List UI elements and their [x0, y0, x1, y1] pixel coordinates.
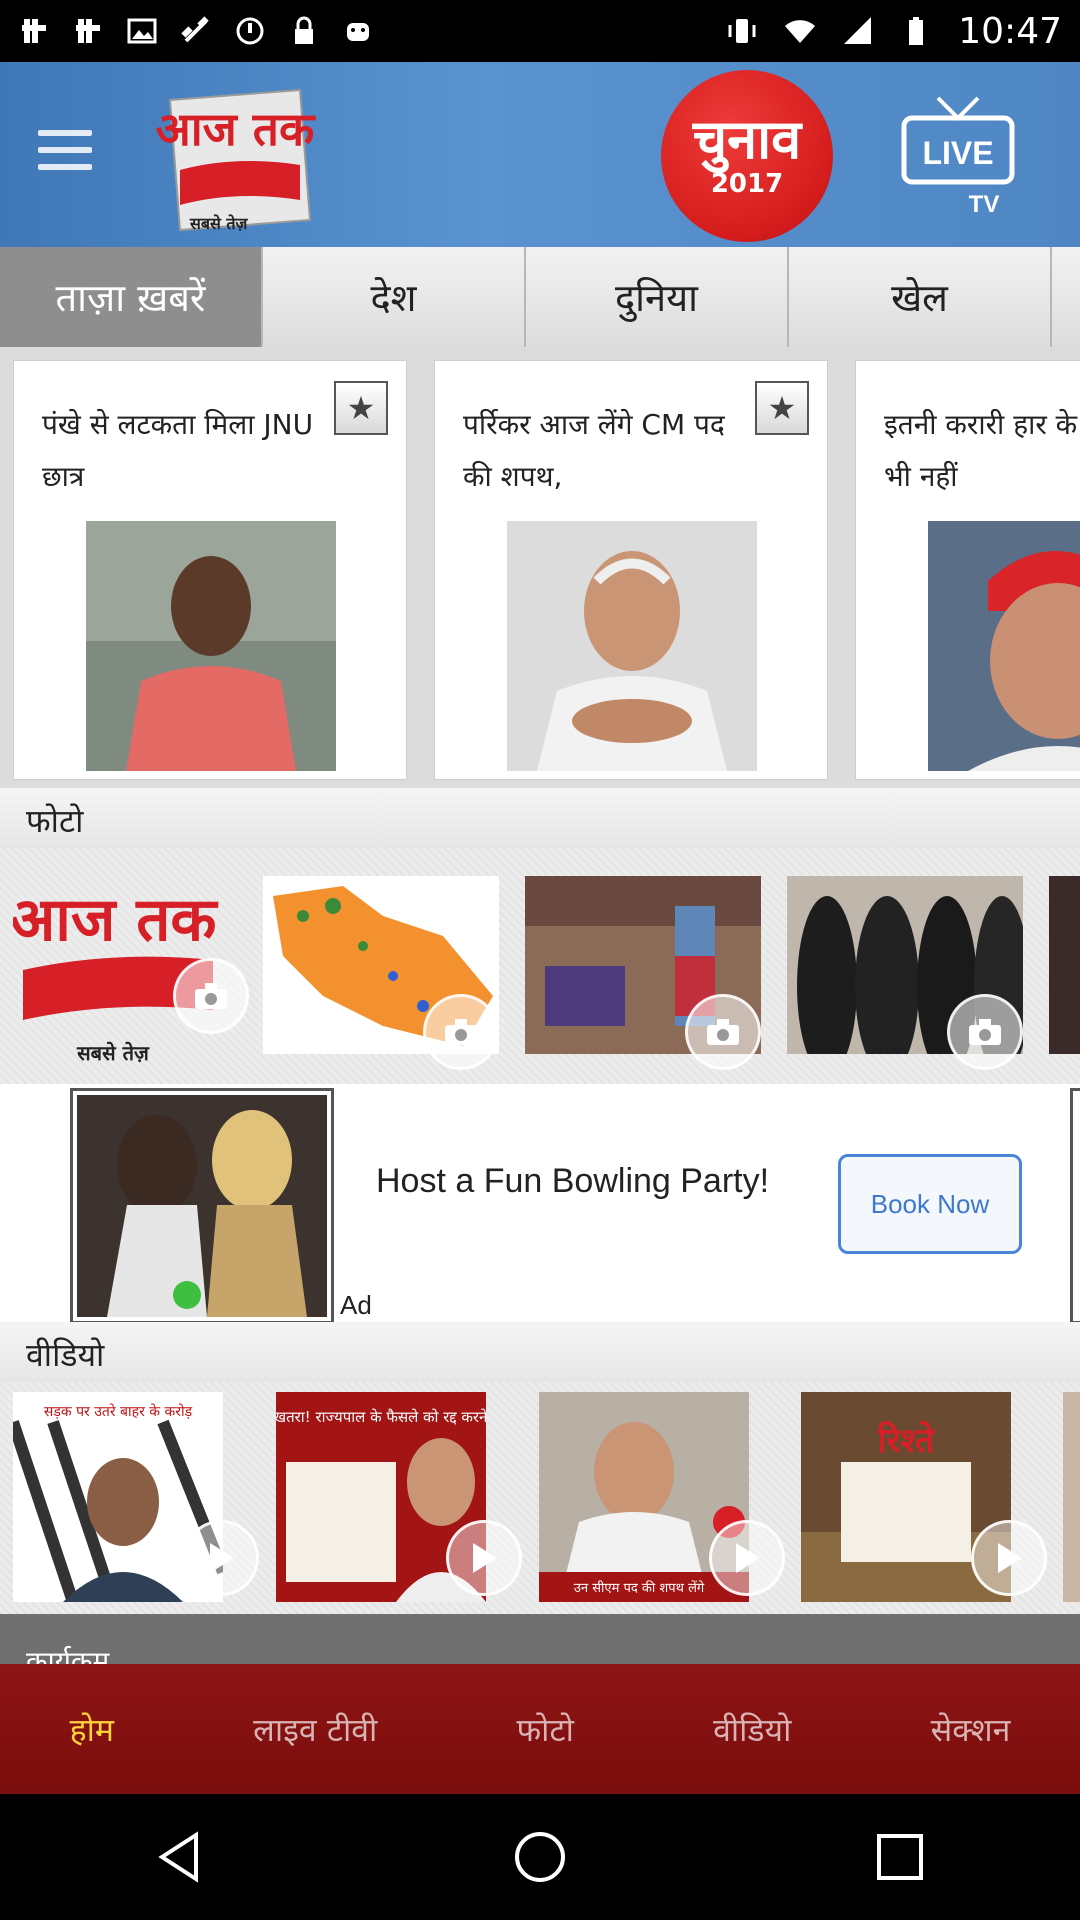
- news-card[interactable]: इतनी करारी हार के बावजूद भी नहीं: [855, 360, 1080, 780]
- news-image: [928, 521, 1080, 771]
- menu-icon-bar: [38, 130, 92, 136]
- play-icon: [709, 1520, 785, 1596]
- vibrate-icon: [728, 19, 756, 43]
- video-thumb[interactable]: रिश्ते: [801, 1392, 1047, 1602]
- notification-icon: [22, 19, 46, 43]
- tab-duniya[interactable]: दुनिया: [526, 247, 789, 347]
- status-left-icons: [18, 15, 374, 47]
- live-label: LIVE: [922, 135, 993, 171]
- logo-tagline: सबसे तेज़: [190, 214, 248, 233]
- video-thumb[interactable]: [1063, 1392, 1080, 1602]
- battery-icon: [909, 17, 924, 45]
- menu-button[interactable]: [38, 130, 92, 174]
- svg-text:सबसे तेज़: सबसे तेज़: [76, 1041, 150, 1065]
- tv-label: TV: [969, 191, 1000, 218]
- ad-label: Ad: [340, 1290, 372, 1320]
- wifi-icon: [785, 20, 816, 43]
- play-icon: [183, 1520, 259, 1596]
- photo-thumb[interactable]: आज तक सबसे तेज़: [9, 860, 249, 1070]
- news-image: [86, 521, 336, 771]
- satellite-icon: [181, 16, 209, 43]
- nav-video[interactable]: वीडियो: [713, 1708, 791, 1751]
- news-title: इतनी करारी हार के बावजूद भी नहीं: [884, 408, 1080, 493]
- video-gallery-strip: सड़क पर उतरे बाहर के करोड़ पर्रिकर की ता…: [0, 1382, 1080, 1614]
- programs-section-header: कार्यक्रम: [0, 1614, 1080, 1678]
- system-nav-bar: [0, 1794, 1080, 1920]
- news-cards-carousel: पंखे से लटकता मिला JNU छात्र ★ पर्रिकर आ…: [0, 347, 1080, 795]
- svg-text:आज तक: आज तक: [13, 885, 218, 955]
- play-icon: [971, 1520, 1047, 1596]
- news-image: [507, 521, 757, 771]
- bookmark-star-icon[interactable]: ★: [334, 381, 388, 435]
- lock-icon: [295, 16, 313, 44]
- news-card[interactable]: पर्रिकर आज लेंगे CM पद की शपथ, ★: [434, 360, 828, 780]
- svg-text:उन सीएम पद की शपथ लेंगे: उन सीएम पद की शपथ लेंगे: [574, 1580, 705, 1596]
- play-icon: [446, 1520, 522, 1596]
- ad-title: Host a Fun Bowling Party!: [376, 1162, 770, 1200]
- category-tabs: ताज़ा ख़बरें देश दुनिया खेल: [0, 247, 1080, 347]
- nav-home[interactable]: होम: [70, 1708, 114, 1751]
- bookmark-star-icon[interactable]: ★: [755, 381, 809, 435]
- tab-desh[interactable]: देश: [263, 247, 526, 347]
- signal-icon: [844, 17, 872, 44]
- back-button[interactable]: [150, 1827, 210, 1887]
- camera-icon: [685, 994, 761, 1070]
- status-bar: 10:47: [0, 0, 1080, 62]
- news-title: पंखे से लटकता मिला JNU छात्र: [42, 408, 314, 493]
- nav-photo[interactable]: फोटो: [517, 1708, 574, 1751]
- svg-text:सड़क पर उतरे बाहर के करोड़: सड़क पर उतरे बाहर के करोड़: [44, 1403, 193, 1420]
- home-button[interactable]: [510, 1827, 570, 1887]
- home-circle-icon: [515, 1832, 565, 1882]
- photo-section-header: फोटो: [0, 788, 1080, 848]
- chunav-2017-badge[interactable]: चुनाव 2017: [661, 70, 833, 242]
- svg-text:रिश्ते: रिश्ते: [877, 1420, 936, 1461]
- app-header: आज तक सबसे तेज़ चुनाव 2017 LIVE TV: [0, 62, 1080, 247]
- video-thumb[interactable]: पर्रिकर की ताजपोशी पर खतरा! राज्यपाल के …: [138, 1392, 534, 1602]
- nav-live-tv[interactable]: लाइव टीवी: [253, 1708, 377, 1751]
- camera-icon: [173, 958, 249, 1034]
- chunav-title: चुनाव: [692, 108, 802, 171]
- bottom-nav: होम लाइव टीवी फोटो वीडियो सेक्शन: [0, 1664, 1080, 1794]
- news-card[interactable]: पंखे से लटकता मिला JNU छात्र ★: [13, 360, 407, 780]
- photo-thumb[interactable]: [787, 876, 1030, 1076]
- recents-square-icon: [877, 1834, 923, 1880]
- camera-icon: [423, 994, 499, 1070]
- news-title: पर्रिकर आज लेंगे CM पद की शपथ,: [463, 408, 725, 493]
- book-now-button[interactable]: Book Now: [838, 1154, 1022, 1254]
- photo-thumb[interactable]: [525, 876, 761, 1070]
- tab-taza-khabrein[interactable]: ताज़ा ख़बरें: [0, 247, 263, 347]
- nav-section[interactable]: सेक्शन: [931, 1708, 1011, 1751]
- chunav-year: 2017: [710, 169, 784, 199]
- notification-icon: [76, 19, 100, 43]
- photo-thumb[interactable]: [263, 876, 499, 1070]
- android-icon: [347, 23, 369, 41]
- ad-next-edge: [1070, 1088, 1080, 1324]
- tab-next[interactable]: [1052, 247, 1080, 347]
- sync-icon: [236, 17, 264, 45]
- logo-text-top: आज तक: [156, 102, 316, 156]
- status-time: 10:47: [958, 10, 1062, 52]
- photo-gallery-strip: आज तक सबसे तेज़: [0, 848, 1080, 1084]
- tab-khel[interactable]: खेल: [789, 247, 1052, 347]
- back-triangle-icon: [158, 1831, 198, 1883]
- video-section-header: वीडियो: [0, 1322, 1080, 1382]
- image-icon: [127, 18, 157, 44]
- recents-button[interactable]: [870, 1827, 930, 1887]
- ad-banner[interactable]: Host a Fun Bowling Party! Ad Book Now: [0, 1084, 1080, 1330]
- live-tv-button[interactable]: LIVE TV: [898, 92, 1018, 222]
- photo-thumb[interactable]: [1049, 876, 1080, 1054]
- svg-text:पर्रिकर की ताजपोशी पर खतरा! रा: पर्रिकर की ताजपोशी पर खतरा! राज्यपाल के …: [276, 1408, 486, 1426]
- camera-icon: [947, 994, 1023, 1070]
- menu-icon-bar: [38, 147, 92, 153]
- video-thumb[interactable]: सड़क पर उतरे बाहर के करोड़: [7, 1392, 259, 1604]
- ad-image: [70, 1088, 334, 1324]
- menu-icon-bar: [38, 164, 92, 170]
- status-right-icons: 10:47: [726, 11, 1062, 52]
- video-thumb[interactable]: उन सीएम पद की शपथ लेंगे: [539, 1392, 785, 1602]
